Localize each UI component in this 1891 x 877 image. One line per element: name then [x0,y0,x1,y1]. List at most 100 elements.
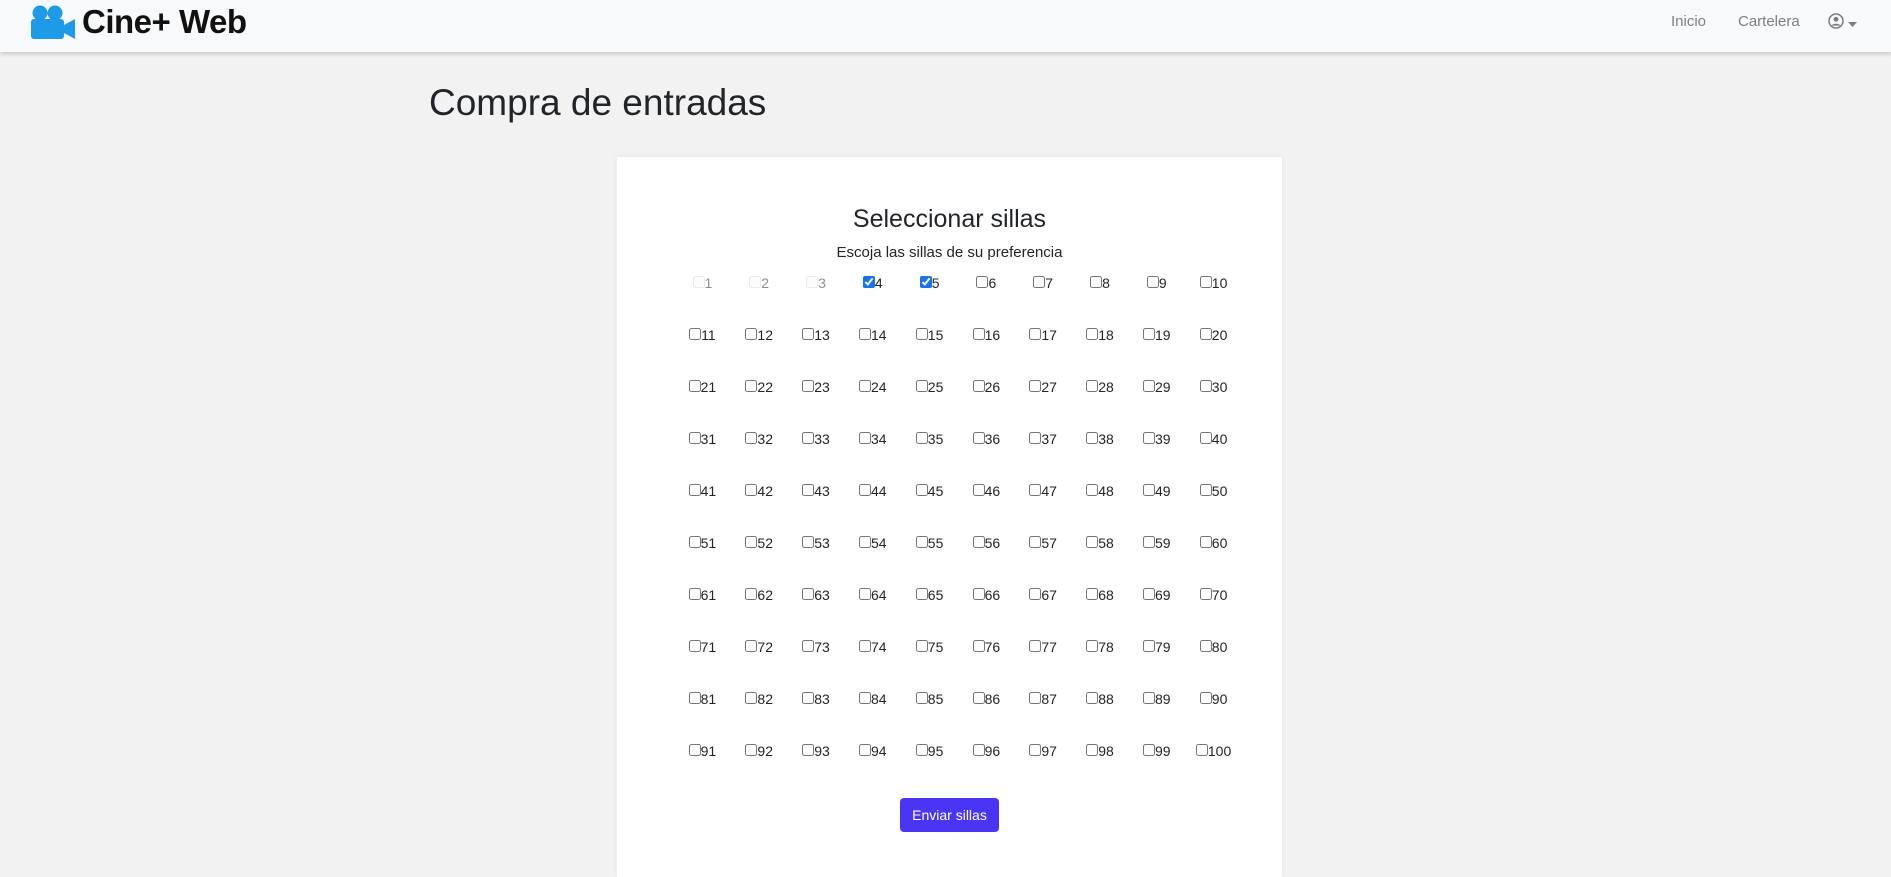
seat-63[interactable]: 63 [788,587,845,639]
seat-checkbox-41[interactable] [688,484,701,496]
seat-checkbox-54[interactable] [859,536,871,548]
seat-14[interactable]: 14 [844,327,901,379]
seat-72[interactable]: 72 [731,639,788,691]
seat-66[interactable]: 66 [958,587,1015,639]
seat-30[interactable]: 30 [1185,379,1242,431]
seat-62[interactable]: 62 [731,587,788,639]
seat-98[interactable]: 98 [1072,743,1129,795]
seat-69[interactable]: 69 [1128,587,1185,639]
submit-seats-button[interactable]: Enviar sillas [900,798,999,832]
seat-92[interactable]: 92 [731,743,788,795]
seat-checkbox-45[interactable] [915,484,928,496]
seat-checkbox-93[interactable] [802,744,815,756]
seat-21[interactable]: 21 [674,379,731,431]
seat-checkbox-44[interactable] [859,484,871,496]
seat-checkbox-20[interactable] [1199,328,1212,340]
seat-71[interactable]: 71 [674,639,731,691]
seat-65[interactable]: 65 [901,587,958,639]
seat-88[interactable]: 88 [1072,691,1129,743]
seat-checkbox-9[interactable] [1146,276,1159,288]
seat-34[interactable]: 34 [844,431,901,483]
seat-37[interactable]: 37 [1015,431,1072,483]
seat-96[interactable]: 96 [958,743,1015,795]
seat-checkbox-78[interactable] [1086,640,1099,652]
seat-checkbox-22[interactable] [745,380,758,392]
seat-checkbox-47[interactable] [1029,484,1042,496]
seat-45[interactable]: 45 [901,483,958,535]
seat-checkbox-13[interactable] [802,328,815,340]
seat-78[interactable]: 78 [1072,639,1129,691]
seat-39[interactable]: 39 [1128,431,1185,483]
seat-46[interactable]: 46 [958,483,1015,535]
seat-checkbox-42[interactable] [745,484,758,496]
seat-74[interactable]: 74 [844,639,901,691]
seat-23[interactable]: 23 [788,379,845,431]
seat-36[interactable]: 36 [958,431,1015,483]
seat-70[interactable]: 70 [1185,587,1242,639]
seat-31[interactable]: 31 [674,431,731,483]
seat-checkbox-69[interactable] [1142,588,1155,600]
seat-checkbox-90[interactable] [1199,692,1212,704]
seat-checkbox-33[interactable] [802,432,815,444]
seat-checkbox-38[interactable] [1086,432,1099,444]
seat-90[interactable]: 90 [1185,691,1242,743]
seat-25[interactable]: 25 [901,379,958,431]
seat-73[interactable]: 73 [788,639,845,691]
seat-11[interactable]: 11 [674,327,731,379]
seat-89[interactable]: 89 [1128,691,1185,743]
seat-76[interactable]: 76 [958,639,1015,691]
seat-checkbox-31[interactable] [688,432,701,444]
seat-checkbox-86[interactable] [972,692,985,704]
seat-35[interactable]: 35 [901,431,958,483]
seat-60[interactable]: 60 [1185,535,1242,587]
seat-20[interactable]: 20 [1185,327,1242,379]
seat-checkbox-15[interactable] [915,328,928,340]
seat-58[interactable]: 58 [1072,535,1129,587]
seat-32[interactable]: 32 [731,431,788,483]
seat-checkbox-62[interactable] [745,588,758,600]
seat-checkbox-91[interactable] [688,744,701,756]
seat-checkbox-80[interactable] [1199,640,1212,652]
seat-91[interactable]: 91 [674,743,731,795]
seat-checkbox-92[interactable] [745,744,758,756]
seat-12[interactable]: 12 [731,327,788,379]
seat-checkbox-76[interactable] [972,640,985,652]
seat-38[interactable]: 38 [1072,431,1129,483]
seat-checkbox-39[interactable] [1142,432,1155,444]
seat-86[interactable]: 86 [958,691,1015,743]
seat-100[interactable]: 100 [1185,743,1242,795]
seat-82[interactable]: 82 [731,691,788,743]
seat-80[interactable]: 80 [1185,639,1242,691]
seat-33[interactable]: 33 [788,431,845,483]
seat-checkbox-68[interactable] [1086,588,1099,600]
seat-9[interactable]: 9 [1128,275,1185,327]
seat-56[interactable]: 56 [958,535,1015,587]
seat-checkbox-88[interactable] [1086,692,1099,704]
seat-checkbox-85[interactable] [915,692,928,704]
nav-link-cartelera[interactable]: Cartelera [1738,13,1800,30]
seat-8[interactable]: 8 [1072,275,1129,327]
seat-18[interactable]: 18 [1072,327,1129,379]
seat-29[interactable]: 29 [1128,379,1185,431]
seat-40[interactable]: 40 [1185,431,1242,483]
seat-checkbox-77[interactable] [1029,640,1042,652]
seat-checkbox-28[interactable] [1086,380,1099,392]
seat-95[interactable]: 95 [901,743,958,795]
seat-checkbox-11[interactable] [689,328,702,340]
seat-checkbox-71[interactable] [688,640,701,652]
seat-checkbox-82[interactable] [745,692,758,704]
seat-28[interactable]: 28 [1072,379,1129,431]
seat-checkbox-83[interactable] [802,692,815,704]
seat-83[interactable]: 83 [788,691,845,743]
seat-43[interactable]: 43 [788,483,845,535]
seat-6[interactable]: 6 [958,275,1015,327]
seat-22[interactable]: 22 [731,379,788,431]
seat-44[interactable]: 44 [844,483,901,535]
seat-19[interactable]: 19 [1128,327,1185,379]
seat-16[interactable]: 16 [958,327,1015,379]
seat-checkbox-7[interactable] [1033,276,1046,288]
seat-27[interactable]: 27 [1015,379,1072,431]
seat-42[interactable]: 42 [731,483,788,535]
seat-checkbox-21[interactable] [688,380,701,392]
seat-checkbox-56[interactable] [972,536,985,548]
